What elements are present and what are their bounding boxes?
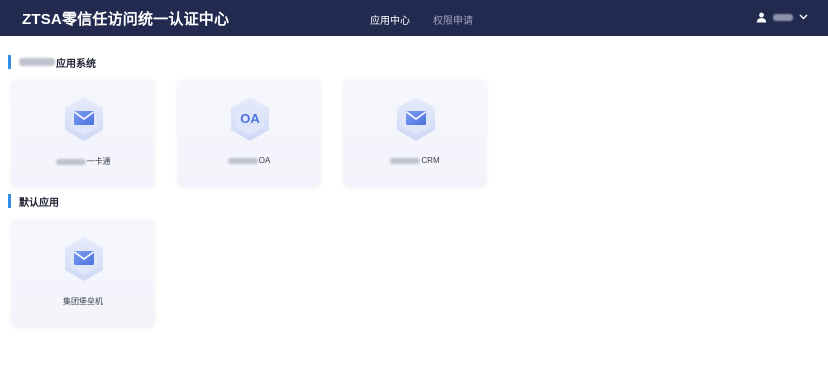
app-card-card[interactable]: 一卡通 [12,80,154,186]
redacted-text [19,58,55,66]
app-title: ZTSA零信任访问统一认证中心 [22,11,230,28]
section-title-suffix: 应用系统 [56,58,96,70]
section-title-app-systems: 应用系统 [8,55,96,70]
app-card-label: 集团堡垒机 [63,297,103,306]
nav-tab-permission-request[interactable]: 权限申请 [433,12,473,27]
user-icon [756,12,767,23]
app-card-label: CRM [344,156,486,165]
app-card-label: OA [178,156,320,165]
label-suffix: 一卡通 [86,157,111,166]
app-card-label: 一卡通 [12,156,154,167]
nav-tab-app-center[interactable]: 应用中心 [370,12,410,27]
label-suffix: OA [258,156,271,165]
username-redacted [773,13,793,21]
app-card-oa[interactable]: OA OA [178,80,320,186]
app-card-bastion[interactable]: 集团堡垒机 [12,220,154,326]
section-title-default-apps: 默认应用 [8,194,59,209]
label-suffix: CRM [421,156,440,165]
svg-text:OA: OA [240,111,260,126]
redacted-text [55,158,86,165]
app-card-crm[interactable]: CRM [344,80,486,186]
mail-icon [65,237,103,281]
redacted-text [227,157,258,164]
top-header: ZTSA零信任访问统一认证中心 应用中心 权限申请 [0,0,828,36]
mail-icon [397,97,435,141]
mail-icon [65,97,103,141]
chevron-down-icon[interactable] [799,14,808,20]
redacted-text [390,157,421,164]
oa-icon: OA [231,97,269,141]
user-menu[interactable] [756,10,808,24]
